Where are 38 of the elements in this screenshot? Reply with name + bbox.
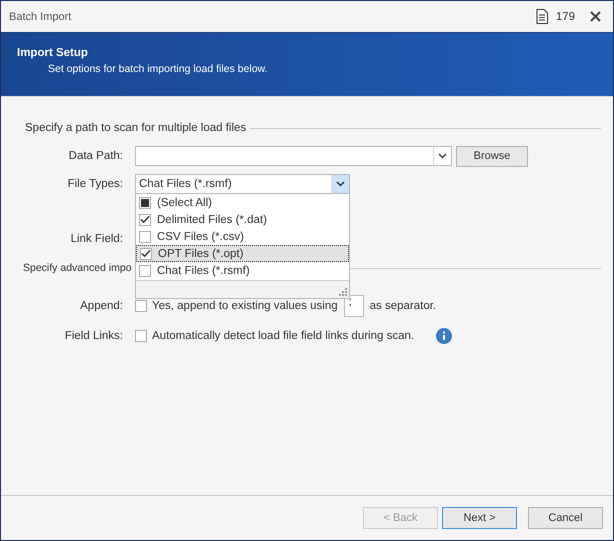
group-title: Specify advanced impo [23, 262, 132, 274]
file-type-option[interactable]: Chat Files (*.rsmf) [136, 262, 349, 279]
append-label: Yes, append to existing values using [152, 300, 338, 312]
close-icon[interactable] [590, 11, 601, 22]
checkbox[interactable] [139, 230, 151, 242]
field-links-label: Automatically detect load file field links during scan. [152, 330, 414, 342]
data-path-field[interactable] [135, 146, 452, 166]
separator-suffix: as separator. [370, 300, 436, 312]
info-icon[interactable] [436, 328, 452, 344]
checkbox[interactable] [139, 214, 151, 226]
field-label: Field Links: [64, 330, 123, 342]
wizard-button[interactable]: Cancel [528, 507, 603, 529]
document-icon [536, 9, 548, 24]
file-type-option[interactable]: (Select All) [136, 194, 349, 211]
file-type-option[interactable]: OPT Files (*.opt) [136, 245, 349, 262]
field-label: Data Path: [68, 150, 123, 162]
header-subtitle: Set options for batch importing load files below. [48, 63, 268, 75]
file-types-dropdown[interactable]: Chat Files (*.rsmf) [135, 174, 350, 194]
field-label: Append: [79, 300, 123, 312]
browse-button[interactable]: Browse [456, 146, 528, 166]
checkbox[interactable] [139, 196, 151, 208]
group-title: Specify a path to scan for multiple load files [25, 122, 246, 134]
file-type-option[interactable]: Delimited Files (*.dat) [136, 211, 349, 228]
field-label: File Types: [66, 178, 123, 190]
field-label: Link Field: [70, 233, 123, 245]
separator-field[interactable]: ; [344, 295, 364, 317]
resize-grip-icon[interactable] [339, 288, 347, 296]
file-type-option[interactable]: CSV Files (*.csv) [136, 228, 349, 245]
window-title: Batch Import [9, 10, 72, 22]
chevron-icon [438, 153, 447, 159]
wizard-button[interactable]: Next > [442, 507, 517, 529]
chevron-icon [336, 181, 345, 187]
checkbox[interactable] [139, 264, 151, 276]
append-checkbox[interactable] [135, 300, 147, 312]
document-count: 179 [556, 10, 575, 22]
header-title: Import Setup [17, 47, 89, 59]
field-links-checkbox[interactable] [135, 330, 147, 342]
checkbox[interactable] [140, 248, 152, 260]
